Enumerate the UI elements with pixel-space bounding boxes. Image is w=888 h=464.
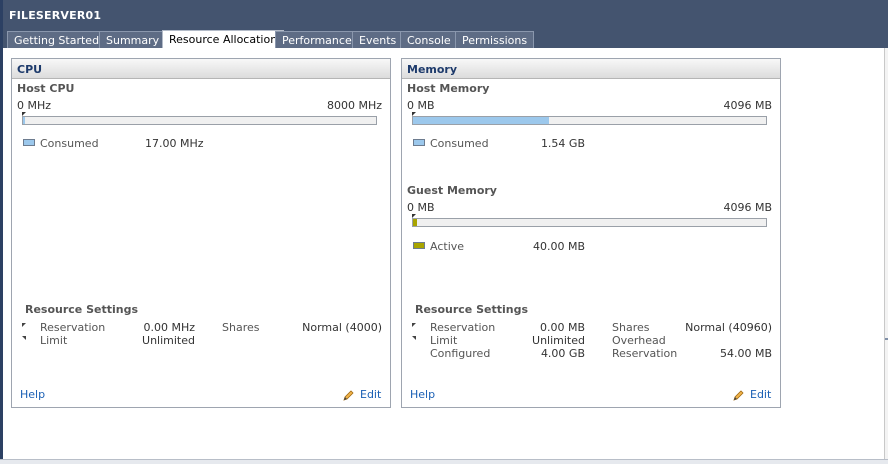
active-legend-swatch (413, 242, 425, 249)
host-cpu-consumed-fill (23, 117, 25, 124)
memory-active-label: Active (430, 240, 465, 253)
memory-reservation-value: 0.00 MB (539, 321, 585, 334)
cpu-panel: CPU Host CPU 0 MHz 8000 MHz Consumed 17.… (11, 58, 391, 408)
pencil-icon[interactable] (343, 390, 354, 401)
memory-overhead-label: Overhead (612, 334, 666, 347)
memory-shares-label: Shares (612, 321, 650, 334)
tab-resource-allocation[interactable]: Resource Allocation (162, 30, 285, 48)
memory-reservation-label: Reservation (430, 321, 496, 334)
host-memory-bar (412, 112, 767, 125)
reservation-marker-icon (412, 323, 416, 327)
cpu-resource-settings-title: Resource Settings (25, 303, 139, 316)
limit-marker-icon (412, 336, 416, 340)
memory-limit-value: Unlimited (532, 334, 585, 347)
tab-summary[interactable]: Summary (99, 31, 167, 48)
guest-memory-bar (412, 214, 767, 227)
guest-memory-marker-icon (412, 214, 416, 218)
host-memory-consumed-fill (413, 117, 549, 124)
host-cpu-min-label: 0 MHz (17, 99, 52, 112)
memory-limit-label: Limit (430, 334, 458, 347)
vm-resource-allocation-view: FILESERVER01 Getting Started Summary Res… (0, 0, 888, 464)
host-cpu-marker-icon (22, 112, 26, 116)
consumed-legend-swatch (23, 139, 35, 146)
memory-resource-settings-title: Resource Settings (415, 303, 529, 316)
memory-edit-link[interactable]: Edit (750, 388, 771, 401)
tab-performance[interactable]: Performance (275, 31, 359, 48)
guest-memory-max-label: 4096 MB (723, 201, 772, 214)
cpu-reservation-label: Reservation (40, 321, 106, 334)
tab-permissions[interactable]: Permissions (455, 31, 535, 48)
memory-active-value: 40.00 MB (532, 240, 585, 253)
memory-consumed-label: Consumed (430, 137, 489, 150)
memory-overhead-reservation-label: Reservation (612, 347, 678, 360)
host-cpu-bar (22, 112, 377, 125)
consumed-legend-swatch (413, 139, 425, 146)
cpu-reservation-value: 0.00 MHz (143, 321, 195, 334)
tab-events[interactable]: Events (352, 31, 404, 48)
host-memory-title: Host Memory (407, 82, 490, 95)
tab-getting-started[interactable]: Getting Started (7, 31, 107, 48)
window-title: FILESERVER01 (9, 9, 102, 22)
cpu-help-link[interactable]: Help (20, 388, 45, 401)
guest-memory-title: Guest Memory (407, 184, 497, 197)
cpu-shares-value: Normal (4000) (302, 321, 382, 334)
memory-panel: Memory Host Memory 0 MB 4096 MB Consumed… (401, 58, 781, 408)
cpu-limit-value: Unlimited (142, 334, 195, 347)
window-bottom-border (0, 459, 888, 464)
tab-console[interactable]: Console (400, 31, 458, 48)
cpu-shares-label: Shares (222, 321, 260, 334)
scrollbar-edge[interactable] (884, 48, 888, 460)
cpu-consumed-value: 17.00 MHz (145, 137, 204, 150)
guest-memory-min-label: 0 MB (407, 201, 435, 214)
memory-overhead-reservation-value: 54.00 MB (719, 347, 772, 360)
window-left-border (0, 0, 3, 464)
guest-memory-active-fill (413, 219, 417, 226)
memory-panel-header: Memory (402, 59, 780, 79)
memory-shares-value: Normal (40960) (685, 321, 772, 334)
memory-panel-title: Memory (407, 63, 458, 76)
cpu-edit-link[interactable]: Edit (360, 388, 381, 401)
pencil-icon[interactable] (733, 390, 744, 401)
host-memory-min-label: 0 MB (407, 99, 435, 112)
memory-help-link[interactable]: Help (410, 388, 435, 401)
host-cpu-max-label: 8000 MHz (326, 99, 382, 112)
memory-configured-label: Configured (430, 347, 491, 360)
reservation-marker-icon (22, 323, 26, 327)
memory-consumed-value: 1.54 GB (540, 137, 585, 150)
host-memory-max-label: 4096 MB (723, 99, 772, 112)
memory-configured-value: 4.00 GB (540, 347, 585, 360)
cpu-panel-title: CPU (17, 63, 43, 76)
host-cpu-title: Host CPU (17, 82, 75, 95)
cpu-consumed-label: Consumed (40, 137, 99, 150)
cpu-limit-label: Limit (40, 334, 68, 347)
window-header: FILESERVER01 Getting Started Summary Res… (3, 0, 888, 48)
limit-marker-icon (22, 336, 26, 340)
cpu-panel-header: CPU (12, 59, 390, 79)
host-memory-marker-icon (412, 112, 416, 116)
